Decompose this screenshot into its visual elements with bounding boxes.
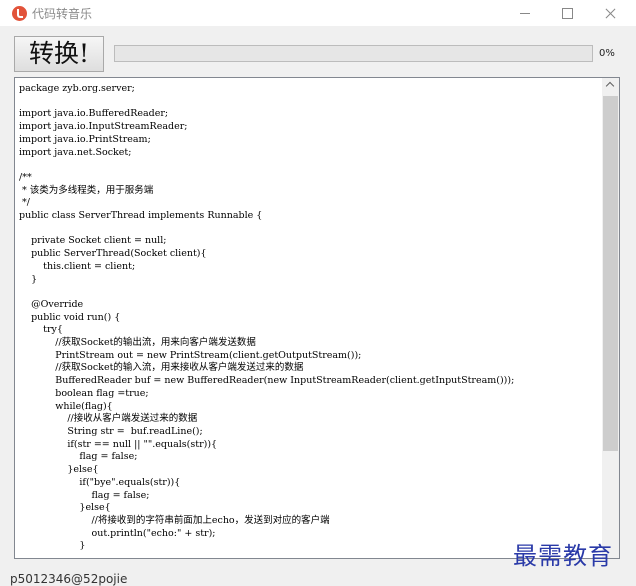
maximize-icon[interactable] bbox=[548, 0, 588, 26]
progress-label: 0% bbox=[599, 48, 615, 59]
window-title: 代码转音乐 bbox=[32, 7, 93, 21]
vertical-scrollbar[interactable] bbox=[602, 78, 619, 558]
convert-button[interactable]: 转换! bbox=[14, 36, 104, 72]
code-text[interactable]: package zyb.org.server; import java.io.B… bbox=[19, 83, 514, 553]
close-icon[interactable] bbox=[591, 0, 631, 26]
music-note-icon bbox=[12, 6, 27, 21]
progress-bar bbox=[114, 45, 593, 62]
scroll-up-icon[interactable] bbox=[602, 78, 619, 95]
scrollbar-thumb[interactable] bbox=[603, 96, 618, 451]
watermark: 最需教育 bbox=[513, 542, 613, 570]
minimize-icon[interactable] bbox=[505, 0, 545, 26]
code-editor[interactable]: package zyb.org.server; import java.io.B… bbox=[14, 77, 620, 559]
title-bar: 代码转音乐 bbox=[0, 0, 636, 26]
